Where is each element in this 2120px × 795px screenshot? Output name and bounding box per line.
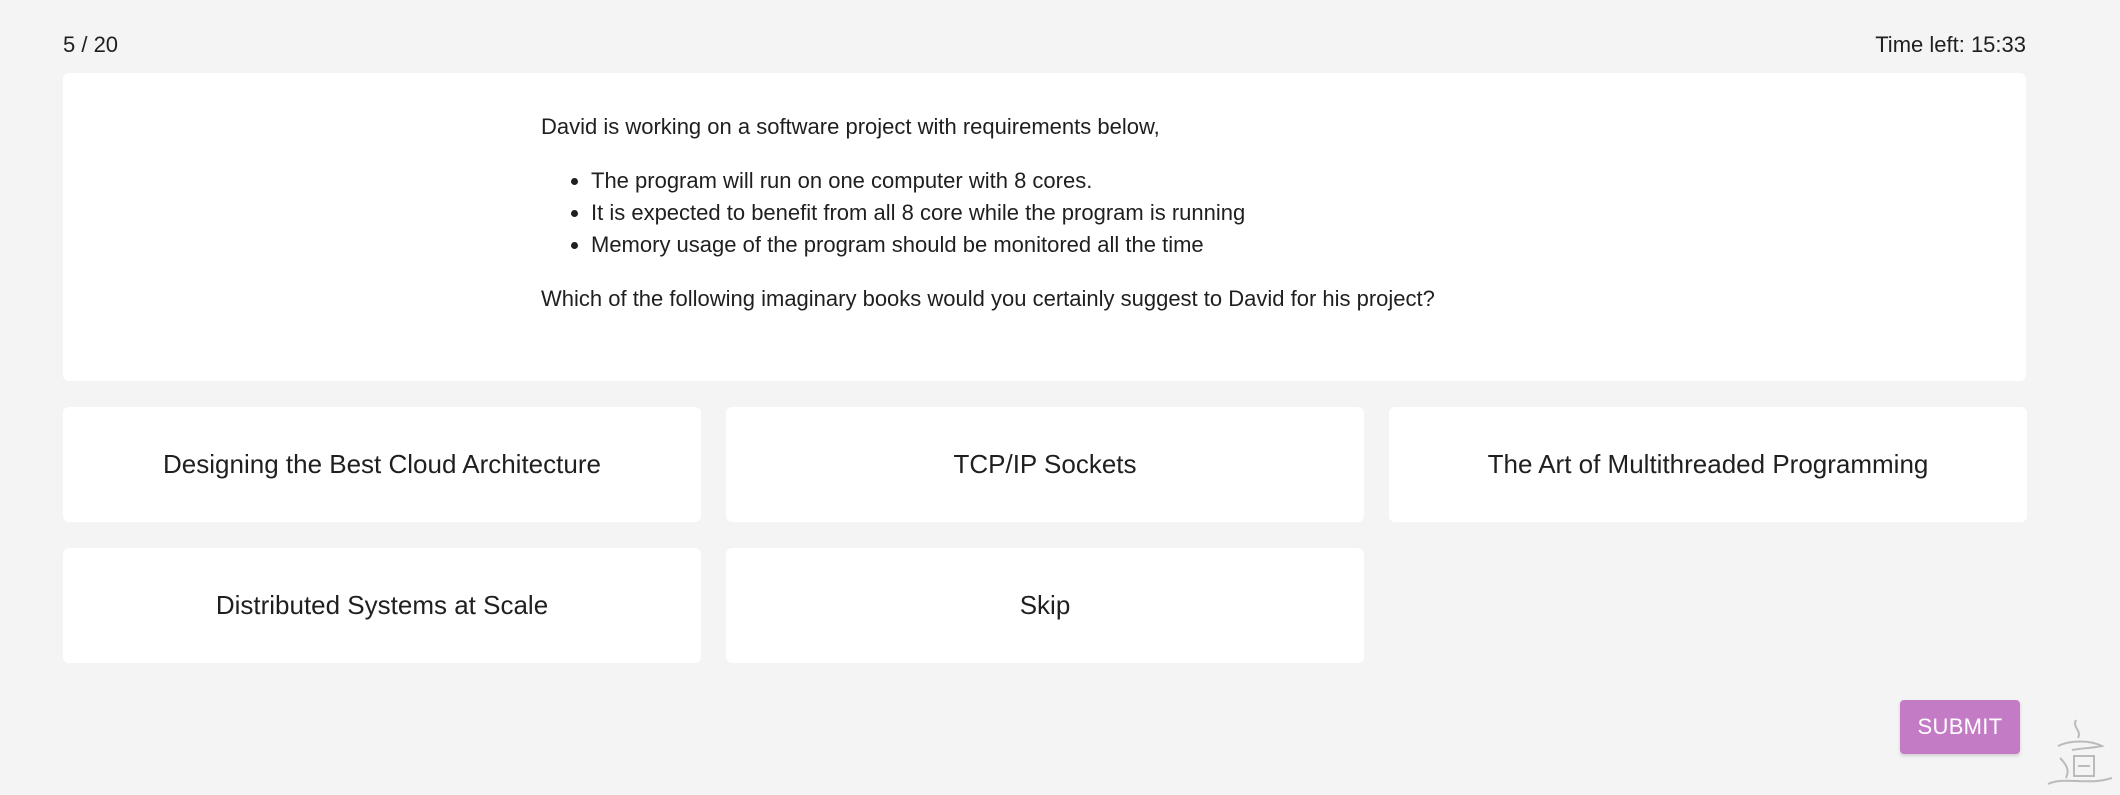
answer-option-distributed-systems[interactable]: Distributed Systems at Scale bbox=[63, 548, 701, 663]
requirement-item: The program will run on one computer wit… bbox=[591, 165, 1841, 197]
requirements-list: The program will run on one computer wit… bbox=[541, 165, 1841, 261]
submit-button[interactable]: SUBMIT bbox=[1900, 700, 2020, 754]
question-prompt: Which of the following imaginary books w… bbox=[541, 286, 1435, 311]
requirement-item: It is expected to benefit from all 8 cor… bbox=[591, 197, 1841, 229]
quiz-header: 5 / 20 Time left: 15:33 bbox=[63, 29, 2026, 61]
time-left: Time left: 15:33 bbox=[1875, 32, 2026, 57]
answer-options: Designing the Best Cloud Architecture TC… bbox=[63, 407, 2027, 663]
question-body: David is working on a software project w… bbox=[541, 111, 1841, 315]
question-progress: 5 / 20 bbox=[63, 32, 119, 57]
answer-option-tcp-ip-sockets[interactable]: TCP/IP Sockets bbox=[726, 407, 1364, 522]
question-intro: David is working on a software project w… bbox=[541, 114, 1160, 139]
answer-option-cloud-architecture[interactable]: Designing the Best Cloud Architecture bbox=[63, 407, 701, 522]
skip-option[interactable]: Skip bbox=[726, 548, 1364, 663]
requirement-item: Memory usage of the program should be mo… bbox=[591, 229, 1841, 261]
answer-option-multithreaded-programming[interactable]: The Art of Multithreaded Programming bbox=[1389, 407, 2027, 522]
watermark-seal-icon bbox=[2047, 719, 2113, 785]
question-card: David is working on a software project w… bbox=[63, 73, 2026, 381]
